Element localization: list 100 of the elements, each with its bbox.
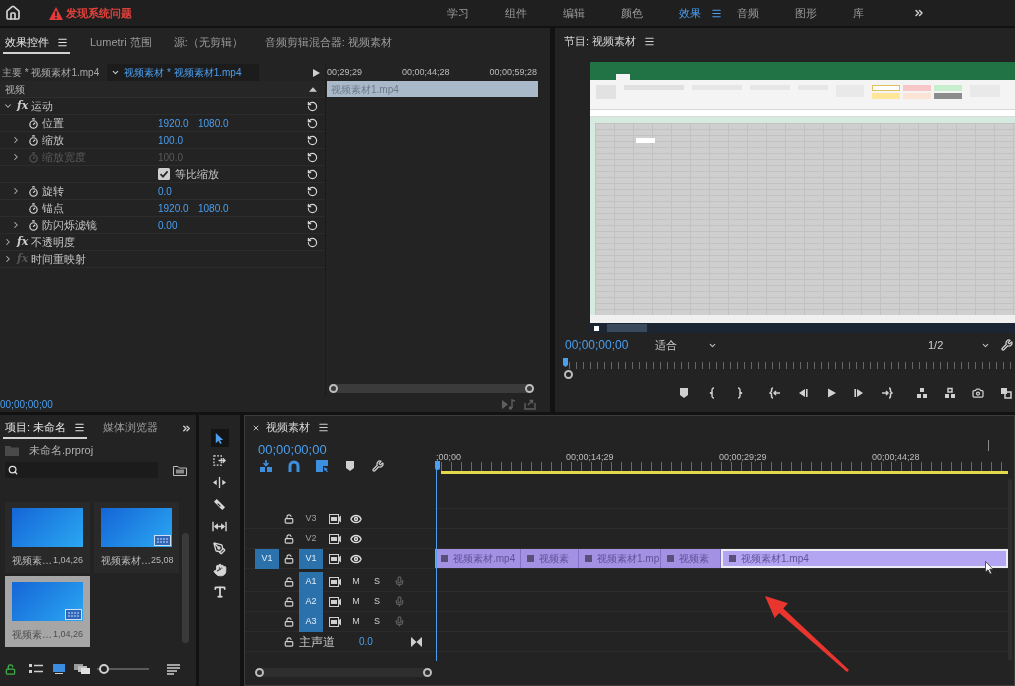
workspace-tab[interactable]: 编辑	[563, 4, 585, 22]
slider-thumb[interactable]	[99, 664, 110, 674]
checkbox[interactable]	[158, 168, 170, 180]
clip-card[interactable]: 视频素材…25,08	[94, 502, 179, 573]
workspace-tab[interactable]: 学习	[447, 4, 469, 22]
zoom-slider[interactable]	[97, 664, 149, 674]
value-field[interactable]: 0.0	[158, 183, 198, 199]
magnet-icon[interactable]	[288, 460, 300, 472]
track-target[interactable]: V3	[299, 508, 323, 529]
track-target[interactable]: A3	[299, 611, 323, 632]
stopwatch-icon[interactable]	[28, 134, 39, 146]
sequence-clip-dropdown[interactable]: 视频素材 * 视频素材1.mp4	[107, 64, 260, 81]
panel-tab[interactable]: 媒体浏览器	[101, 418, 161, 439]
overflow-icon[interactable]	[913, 7, 925, 19]
search-field[interactable]	[5, 462, 158, 478]
panel-tab[interactable]: 项目: 未命名	[3, 418, 88, 439]
scrollbar[interactable]	[182, 533, 189, 643]
chevron-down-icon[interactable]	[3, 101, 13, 111]
menu-icon[interactable]	[644, 35, 656, 47]
timecode[interactable]: 00;00;00;00	[565, 336, 645, 354]
track-output-icon[interactable]	[329, 553, 341, 564]
solo-toggle[interactable]: S	[372, 594, 382, 609]
eye-icon[interactable]	[350, 512, 362, 525]
workspace-tab[interactable]: 音频	[737, 4, 759, 22]
workspace-tab[interactable]: 库	[853, 4, 864, 22]
clip-card[interactable]: 视频素…1,04,26	[5, 502, 90, 573]
warning-text[interactable]: 发现系统问题	[66, 4, 132, 22]
value-field[interactable]: 1080.0	[198, 200, 238, 216]
track-output-icon[interactable]	[329, 616, 341, 627]
stacked-rectangles-icon[interactable]	[74, 664, 90, 674]
new-folder-icon[interactable]	[173, 464, 187, 476]
menu-icon[interactable]	[318, 422, 329, 433]
stopwatch-icon[interactable]	[28, 185, 39, 197]
hand-icon[interactable]	[210, 561, 229, 579]
lock-icon[interactable]	[284, 533, 294, 544]
brace-arrow-left-icon[interactable]	[769, 387, 781, 399]
lock-icon[interactable]	[284, 553, 294, 564]
track-output-icon[interactable]	[329, 576, 341, 587]
overflow-icon[interactable]	[181, 423, 192, 434]
value-field[interactable]: 1080.0	[198, 115, 238, 131]
chevron-right-icon[interactable]	[3, 237, 13, 247]
reset-icon[interactable]	[307, 117, 318, 129]
scrollbar[interactable]	[329, 383, 534, 393]
reset-icon[interactable]	[307, 168, 318, 180]
workspace-tab[interactable]: 组件	[505, 4, 527, 22]
home-icon[interactable]	[5, 5, 21, 21]
panel-tab[interactable]: Lumetri 范围	[88, 33, 154, 54]
triangle-up-icon[interactable]	[309, 86, 317, 92]
step-back-icon[interactable]	[797, 387, 809, 399]
wrench-icon[interactable]	[1001, 339, 1013, 351]
workspace-tab[interactable]: 效果	[679, 4, 722, 22]
checkbox-label[interactable]: 等比缩放	[175, 165, 219, 183]
eye-icon[interactable]	[350, 532, 362, 545]
value-field[interactable]: 0.00	[158, 217, 198, 233]
reset-icon[interactable]	[307, 236, 318, 248]
stopwatch-icon[interactable]	[28, 117, 39, 129]
mute-toggle[interactable]: M	[350, 614, 362, 629]
reset-icon[interactable]	[307, 134, 318, 146]
track-target[interactable]: A1	[299, 571, 323, 592]
eye-icon[interactable]	[350, 552, 362, 565]
arrow-right-brace-icon[interactable]	[881, 387, 893, 399]
reset-icon[interactable]	[307, 219, 318, 231]
lock-icon[interactable]	[284, 636, 294, 647]
lock-icon[interactable]	[284, 596, 294, 607]
source-patch[interactable]: V1	[255, 548, 279, 569]
lock-icon[interactable]	[284, 576, 294, 587]
chevron-right-icon[interactable]	[11, 135, 21, 145]
wrench-icon[interactable]	[372, 460, 384, 472]
nest-icon[interactable]	[260, 460, 272, 472]
panel-tab[interactable]: 效果控件	[3, 33, 70, 54]
timecode[interactable]: 00;00;00;00	[0, 396, 53, 412]
track-output-icon[interactable]	[329, 513, 341, 524]
bowtie-icon[interactable]	[411, 636, 422, 647]
menu-icon[interactable]	[57, 37, 68, 48]
reset-icon[interactable]	[307, 185, 318, 197]
timecode[interactable]: 00;00;00;00	[258, 443, 435, 457]
reset-icon[interactable]	[307, 151, 318, 163]
reset-icon[interactable]	[307, 202, 318, 214]
zoom-handle[interactable]	[564, 370, 573, 379]
value-field[interactable]: 1920.0	[158, 200, 198, 216]
menu-icon[interactable]	[74, 422, 86, 433]
playhead[interactable]	[563, 358, 568, 367]
mute-toggle[interactable]: M	[350, 574, 362, 589]
blocks-outline-icon[interactable]	[944, 387, 956, 399]
track-target[interactable]: V2	[299, 528, 323, 549]
volume-value[interactable]: 0.0	[359, 634, 409, 649]
mute-toggle[interactable]: M	[350, 594, 362, 609]
workspace-tab[interactable]: 图形	[795, 4, 817, 22]
stopwatch-icon[interactable]	[28, 202, 39, 214]
export-icon[interactable]	[524, 398, 536, 410]
sort-icon[interactable]	[167, 663, 180, 675]
value-field[interactable]: 1920.0	[158, 115, 198, 131]
close-icon[interactable]	[252, 423, 260, 432]
list-view-icon[interactable]	[29, 664, 43, 674]
resolution-dropdown[interactable]: 1/2	[925, 337, 993, 353]
track-output-icon[interactable]	[329, 596, 341, 607]
chevron-right-icon[interactable]	[11, 220, 21, 230]
camera-icon[interactable]	[972, 387, 984, 399]
track-target[interactable]: A2	[299, 591, 323, 612]
overlapping-squares-icon[interactable]	[1000, 387, 1012, 399]
